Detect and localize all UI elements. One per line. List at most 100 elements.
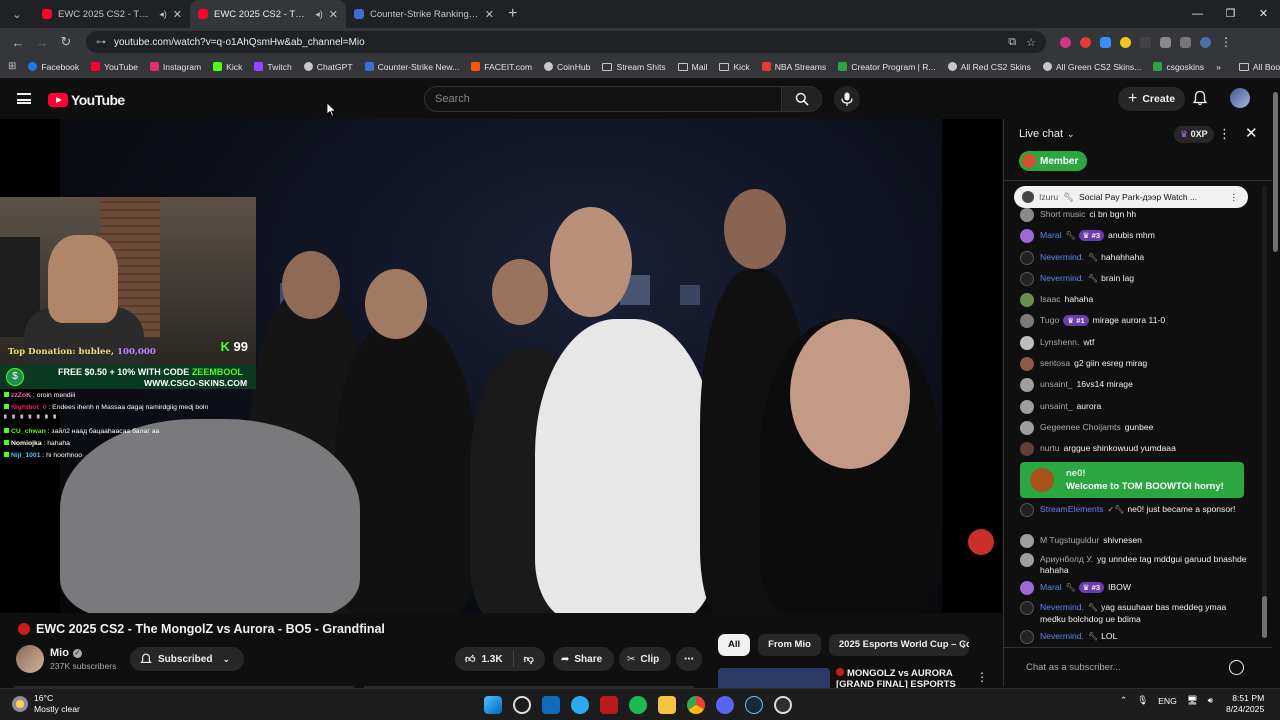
microphone-icon[interactable]: 🎙︎ [1137,695,1148,706]
more-actions-button[interactable]: ⋯ [676,647,702,671]
outlook-icon[interactable] [542,696,560,714]
bookmark-folder[interactable]: Stream Shits [602,62,666,72]
tab-search-icon[interactable]: ⌄ [6,3,28,25]
chat-input[interactable]: Chat as a subscriber... [1026,662,1121,673]
puzzle-icon[interactable] [1160,36,1171,48]
forward-arrow-icon[interactable]: → [30,35,54,50]
xp-badge[interactable]: ♛ 0XP [1174,126,1214,143]
steam-icon[interactable] [745,696,763,714]
discord-icon[interactable] [716,696,734,714]
subscribed-button[interactable]: Subscribed ⌄ [130,647,245,671]
recommended-thumbnail[interactable] [718,668,830,688]
site-info-icon[interactable]: ⊶ [96,37,106,48]
account-avatar[interactable] [1230,88,1250,108]
bookmark-item[interactable]: YouTube [91,62,138,72]
file-explorer-icon[interactable] [658,696,676,714]
browser-tab-1[interactable]: EWC 2025 CS2 - The Mongol ◂) ✕ [34,0,190,28]
speaker-icon[interactable]: ◂) [315,9,323,20]
telegram-icon[interactable] [571,696,589,714]
bookmark-item[interactable]: Facebook [28,62,79,72]
chip-from-mio[interactable]: From Mio [758,634,821,656]
browser-tab-2[interactable]: EWC 2025 CS2 - The M ◂) ✕ [190,0,346,28]
browser-tab-3[interactable]: Counter-Strike Ranking | World ✕ [346,0,502,28]
apps-grid-icon[interactable]: ⊞ [8,61,16,72]
volume-icon[interactable]: 🔊︎ [1208,695,1213,706]
bookmark-item[interactable]: Instagram [149,62,201,72]
bookmark-item[interactable]: Kick [213,62,242,72]
share-button[interactable]: ➦ Share [553,647,615,671]
live-chat-mode-selector[interactable]: Live chat ⌄ [1019,128,1075,140]
chip-all[interactable]: All [718,634,751,656]
chip-ewc[interactable]: 2025 Esports World Cup – Cou [828,634,969,656]
bookmark-folder[interactable]: Mail [677,62,707,72]
channel-name[interactable]: Mio ✓ [50,647,82,659]
spotify-icon[interactable] [629,696,647,714]
menu-kebab-icon[interactable]: ⋮ [1220,35,1232,49]
bookmark-item[interactable]: CoinHub [544,62,590,72]
chat-scrollbar-thumb[interactable] [1262,596,1267,638]
back-arrow-icon[interactable]: ← [6,35,30,50]
chevron-right-icon[interactable]: › [962,638,966,652]
bookmark-item[interactable]: NBA Streams [761,62,826,72]
language-indicator[interactable]: ENG [1158,696,1177,706]
bookmark-folder[interactable]: Kick [719,62,750,72]
extension-icon[interactable] [1140,36,1151,48]
new-tab-icon[interactable]: + [508,5,517,23]
extension-icon[interactable] [1080,36,1091,48]
bookmark-item[interactable]: Counter-Strike New... [364,62,459,72]
more-vert-icon[interactable]: ⋮ [976,670,988,684]
member-button[interactable]: Member [1019,151,1088,171]
reload-icon[interactable]: ↻ [54,34,78,50]
recommended-title[interactable]: MONGOLZ vs AURORA [GRAND FINAL] ESPORTS [836,668,966,688]
search-button[interactable] [782,86,822,112]
chevron-up-icon[interactable]: ⌃ [1120,695,1127,706]
recommended-video[interactable]: MONGOLZ vs AURORA [GRAND FINAL] ESPORTS … [718,668,998,688]
dislike-button[interactable]: 👎︎ [514,653,534,665]
pinned-message[interactable]: Izuru 🔧︎ Social Pay Park-дээр Watch ... … [1014,186,1248,208]
url-text[interactable]: youtube.com/watch?v=q-o1AhQsmHw&ab_chann… [114,37,1008,48]
bookmark-item[interactable]: Creator Program | R... [838,62,936,72]
bookmark-item[interactable]: ChatGPT [303,62,353,72]
search-icon[interactable] [513,696,531,714]
bookmark-item[interactable]: FACEIT.com [471,62,532,72]
more-vert-icon[interactable]: ⋮ [1218,126,1231,142]
clip-button[interactable]: ✂ Clip [619,647,672,671]
bookmark-item[interactable]: All Green CS2 Skins... [1042,62,1141,72]
obs-icon[interactable] [774,696,792,714]
video-player[interactable]: Top Donation: bublee, 100,000 K 99 $ FRE… [0,119,1002,613]
system-clock[interactable]: 8:51 PM 8/24/2025 [1226,693,1264,715]
search-input[interactable]: Search [424,86,782,112]
extension-icon[interactable] [1100,36,1111,48]
emoji-icon[interactable] [1229,660,1244,675]
profile-icon[interactable] [1200,36,1211,48]
restore-icon[interactable]: ❐ [1214,0,1247,28]
close-tab-icon[interactable]: ✕ [173,8,182,21]
more-vert-icon[interactable]: ⋮ [1229,192,1238,203]
page-scrollbar-thumb[interactable] [1273,92,1278,252]
chat-scrollbar[interactable] [1262,186,1267,638]
voice-search-button[interactable] [834,86,860,112]
all-bookmarks[interactable]: » All Bookmarks [1216,62,1280,72]
bookmark-item[interactable]: csgoskins [1153,62,1204,72]
bookmark-star-icon[interactable]: ☆ [1026,36,1036,49]
unknown-red-app-icon[interactable] [600,696,618,714]
bookmark-item[interactable]: All Red CS2 Skins [947,62,1031,72]
notifications-bell-icon[interactable] [1192,90,1208,106]
bookmark-item[interactable]: Twitch [254,62,292,72]
close-icon[interactable]: ✕ [1245,124,1258,142]
speaker-icon[interactable]: ◂) [159,9,167,20]
channel-avatar[interactable] [16,645,44,673]
minimize-icon[interactable]: — [1181,0,1214,28]
like-button[interactable]: 👍︎ 1.3K [455,651,514,667]
close-window-icon[interactable]: ✕ [1247,0,1280,28]
youtube-logo[interactable]: YouTube [48,92,125,108]
close-tab-icon[interactable]: ✕ [485,8,494,21]
reading-list-icon[interactable] [1180,36,1191,48]
create-button[interactable]: + Create [1118,87,1186,111]
windows-start-icon[interactable] [484,696,502,714]
close-tab-icon[interactable]: ✕ [329,8,338,21]
cast-icon[interactable]: ⧉ [1008,36,1016,49]
extension-icon[interactable] [1120,36,1131,48]
chevron-right-icon[interactable]: » [1216,62,1221,72]
address-bar[interactable]: ⊶ youtube.com/watch?v=q-o1AhQsmHw&ab_cha… [86,31,1046,53]
